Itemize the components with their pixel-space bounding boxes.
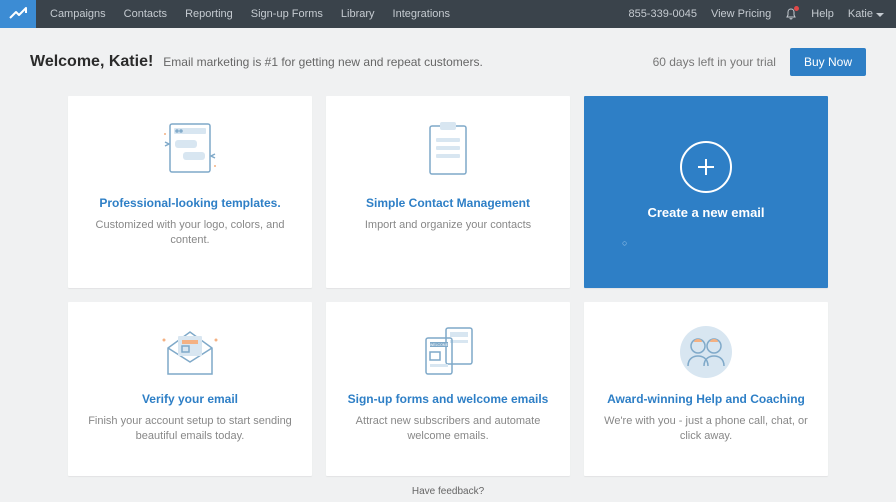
card-title: Sign-up forms and welcome emails <box>348 392 549 406</box>
card-templates[interactable]: Professional-looking templates. Customiz… <box>68 96 312 288</box>
nav-signup-forms[interactable]: Sign-up Forms <box>251 8 323 20</box>
trial-status: 60 days left in your trial <box>653 55 776 69</box>
buy-now-button[interactable]: Buy Now <box>790 48 866 76</box>
welcome-tagline: Email marketing is #1 for getting new an… <box>163 55 483 69</box>
notifications-icon[interactable] <box>785 8 797 20</box>
card-title: Award-winning Help and Coaching <box>607 392 805 406</box>
card-contacts[interactable]: Simple Contact Management Import and org… <box>326 96 570 288</box>
nav-pricing[interactable]: View Pricing <box>711 8 771 20</box>
top-nav: Campaigns Contacts Reporting Sign-up For… <box>0 0 896 28</box>
nav-reporting[interactable]: Reporting <box>185 8 233 20</box>
card-verify-email[interactable]: Verify your email Finish your account se… <box>68 302 312 476</box>
nav-library[interactable]: Library <box>341 8 375 20</box>
card-coaching[interactable]: Award-winning Help and Coaching We're wi… <box>584 302 828 476</box>
card-title: Create a new email <box>647 205 764 220</box>
card-signup-forms[interactable]: WELCOME Sign-up forms and welcome emails… <box>326 302 570 476</box>
card-title: Verify your email <box>142 392 238 406</box>
plus-icon <box>680 141 732 193</box>
people-icon <box>674 320 738 384</box>
nav-user-menu[interactable]: Katie <box>848 8 884 20</box>
carousel-dot: ○ <box>622 238 627 248</box>
card-title: Professional-looking templates. <box>99 196 280 210</box>
card-create-email[interactable]: Create a new email ○ <box>584 96 828 288</box>
nav-help[interactable]: Help <box>811 8 834 20</box>
chevron-down-icon <box>876 13 884 17</box>
nav-phone: 855-339-0045 <box>628 8 697 20</box>
app-logo[interactable] <box>0 0 36 28</box>
card-desc: Import and organize your contacts <box>365 218 531 233</box>
nav-contacts[interactable]: Contacts <box>124 8 167 20</box>
card-title: Simple Contact Management <box>366 196 530 210</box>
forms-icon: WELCOME <box>412 320 484 384</box>
welcome-heading: Welcome, Katie! <box>30 53 153 71</box>
card-desc: Attract new subscribers and automate wel… <box>346 414 550 445</box>
nav-campaigns[interactable]: Campaigns <box>50 8 106 20</box>
clipboard-icon <box>420 114 476 186</box>
nav-integrations[interactable]: Integrations <box>393 8 450 20</box>
card-desc: We're with you - just a phone call, chat… <box>604 414 808 445</box>
envelope-icon <box>154 320 226 384</box>
welcome-banner: Welcome, Katie! Email marketing is #1 fo… <box>0 28 896 96</box>
card-desc: Customized with your logo, colors, and c… <box>88 218 292 249</box>
svg-text:WELCOME: WELCOME <box>430 343 449 347</box>
template-icon <box>155 114 225 186</box>
feedback-link[interactable]: Have feedback? <box>0 486 896 497</box>
card-desc: Finish your account setup to start sendi… <box>88 414 292 445</box>
